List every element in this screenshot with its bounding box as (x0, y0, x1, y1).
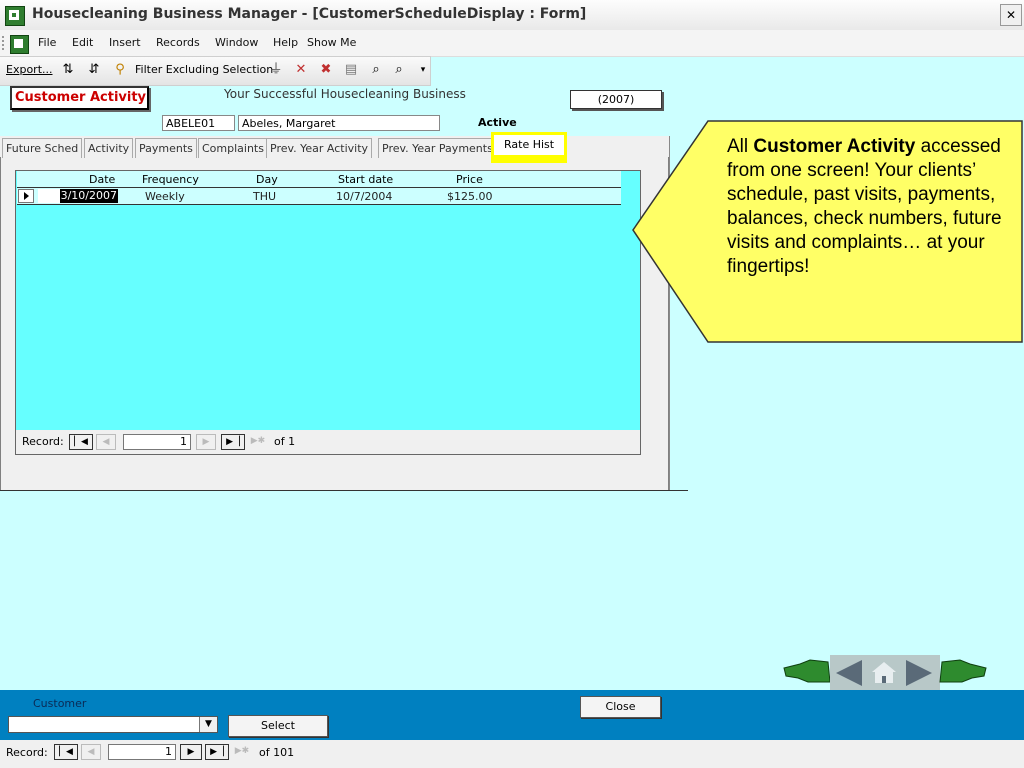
menu-window[interactable]: Window (215, 36, 258, 49)
rate-history-subform (15, 170, 641, 455)
slide-navigation (780, 652, 990, 692)
callout-text: All Customer Activity accessed from one … (727, 135, 1017, 279)
callout-prefix: All (727, 136, 754, 157)
export-button[interactable]: Export... (6, 63, 53, 76)
main-last-record-button[interactable]: ▶▕ (205, 744, 229, 760)
sort-descending-icon[interactable]: ⇵ (86, 62, 102, 78)
main-first-record-button[interactable]: ▏◀ (54, 744, 78, 760)
cell-frequency[interactable]: Weekly (145, 190, 185, 203)
menu-help[interactable]: Help (273, 36, 298, 49)
customer-status: Active (478, 116, 517, 129)
menu-records[interactable]: Records (156, 36, 200, 49)
subform-record-number[interactable]: 1 (123, 434, 191, 450)
cell-start-date[interactable]: 10/7/2004 (336, 190, 392, 203)
chevron-down-icon[interactable]: ▼ (199, 717, 217, 732)
document-icon[interactable] (10, 35, 29, 54)
menu-grip (2, 36, 7, 50)
customer-combo-box[interactable]: ▼ (8, 716, 218, 733)
form-bottom-line (0, 490, 688, 491)
menu-show-me[interactable]: Show Me (307, 36, 356, 49)
tab-prev-year-payments[interactable]: Prev. Year Payments (378, 138, 497, 158)
filter-by-selection-icon[interactable]: ⚲ (112, 62, 128, 78)
toolbar: Export... ⇅ ⇵ ⚲ Filter Excluding Selecti… (0, 56, 431, 86)
tab-activity[interactable]: Activity (84, 138, 134, 158)
last-record-button[interactable]: ▶▕ (221, 434, 245, 450)
main-new-record-button[interactable]: ▶✱ (231, 744, 253, 760)
record-selector-icon[interactable] (18, 189, 34, 203)
main-record-number[interactable]: 1 (108, 744, 176, 760)
new-record-button[interactable]: ▶✱ (247, 434, 269, 450)
find-next-icon[interactable]: ⌕ (391, 62, 407, 78)
column-date: Date (89, 173, 116, 186)
app-icon (5, 6, 25, 26)
cell-date-value: 3/10/2007 (59, 189, 118, 203)
column-start-date: Start date (338, 173, 394, 186)
customer-id-field[interactable]: ABELE01 (162, 115, 235, 131)
cell-day[interactable]: THU (253, 190, 276, 203)
callout-body: accessed from one screen! Your clients’ … (727, 136, 1002, 277)
new-record-icon[interactable]: ▤ (343, 62, 359, 78)
apply-filter-icon[interactable]: ✕ (293, 62, 309, 78)
tab-future-sched[interactable]: Future Sched (2, 138, 83, 158)
close-window-button[interactable]: ✕ (1000, 4, 1022, 26)
customer-label: Customer (33, 697, 87, 710)
main-next-record-button[interactable]: ▶ (180, 744, 202, 760)
callout-bold: Customer Activity (753, 136, 916, 157)
select-button[interactable]: Select (228, 715, 328, 737)
customer-name-field[interactable]: Abeles, Margaret (238, 115, 440, 131)
form-title: Customer Activity (10, 86, 149, 110)
window-titlebar: Housecleaning Business Manager - [Custom… (0, 0, 1024, 31)
main-previous-record-button[interactable]: ◀ (81, 744, 101, 760)
tab-prev-year-activity[interactable]: Prev. Year Activity (266, 138, 373, 158)
main-record-navigator: Record: ▏◀ ◀ 1 ▶ ▶▕ ▶✱ of 101 (0, 740, 1024, 768)
tab-payments[interactable]: Payments (135, 138, 197, 158)
menu-edit[interactable]: Edit (72, 36, 93, 49)
subform-record-navigator: Record: ▏◀ ◀ 1 ▶ ▶▕ ▶✱ of 1 (16, 430, 640, 454)
first-record-button[interactable]: ▏◀ (69, 434, 93, 450)
main-record-label: Record: (6, 746, 48, 759)
toolbar-options-icon[interactable]: ▾ (415, 62, 431, 78)
menu-insert[interactable]: Insert (109, 36, 141, 49)
find-icon[interactable]: ⌕ (368, 62, 384, 78)
left-hand-pointer-icon[interactable] (783, 659, 831, 683)
subform-record-count: of 1 (274, 435, 296, 448)
menu-file[interactable]: File (38, 36, 56, 49)
main-record-count: of 101 (259, 746, 295, 759)
column-day: Day (256, 173, 278, 186)
sort-ascending-icon[interactable]: ⇅ (60, 62, 76, 78)
next-record-button[interactable]: ▶ (196, 434, 216, 450)
remove-filter-icon[interactable]: ✖ (318, 62, 334, 78)
right-hand-pointer-icon[interactable] (939, 659, 987, 683)
subform-record-label: Record: (22, 435, 64, 448)
cell-price[interactable]: $125.00 (447, 190, 493, 203)
menu-bar: File Edit Insert Records Window Help Sho… (0, 30, 1024, 57)
business-name: Your Successful Housecleaning Business (224, 87, 466, 101)
column-price: Price (456, 173, 483, 186)
tab-rate-hist-label: Rate Hist (494, 135, 564, 155)
cell-date[interactable]: 3/10/2007 (38, 189, 118, 203)
previous-record-button[interactable]: ◀ (96, 434, 116, 450)
close-button[interactable]: Close (580, 696, 661, 718)
column-frequency: Frequency (142, 173, 199, 186)
window-title: Housecleaning Business Manager - [Custom… (32, 6, 587, 22)
filter-by-form-icon[interactable]: ⏚ (268, 62, 284, 78)
tab-complaints[interactable]: Complaints (198, 138, 268, 158)
year-field: (2007) (570, 90, 662, 109)
tab-rate-hist[interactable]: Rate Hist (491, 132, 567, 163)
filter-excluding-selection-button[interactable]: Filter Excluding Selection (135, 63, 273, 76)
